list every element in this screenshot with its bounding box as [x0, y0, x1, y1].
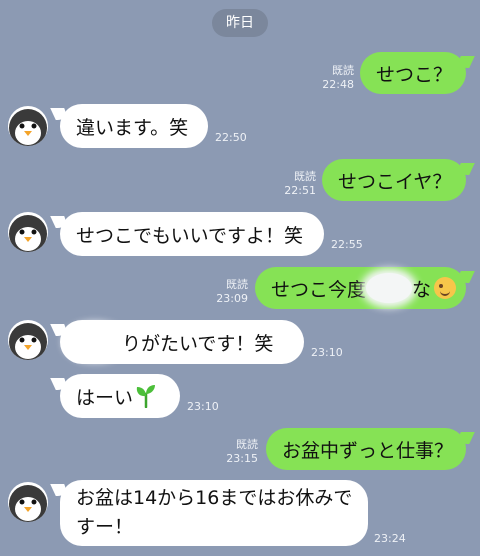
penguin-icon — [9, 323, 47, 360]
penguin-icon — [9, 485, 47, 522]
timestamp: 22:50 — [215, 131, 247, 144]
timestamp: 23:15 — [226, 452, 258, 465]
censor-blur — [366, 273, 412, 303]
penguin-avatar[interactable] — [8, 106, 48, 146]
penguin-avatar[interactable] — [8, 482, 48, 522]
penguin-avatar[interactable] — [8, 212, 48, 252]
penguin-icon — [9, 109, 47, 146]
message-meta: 既読 22:48 — [322, 64, 354, 92]
incoming-message[interactable]: お盆は14から16まではお休みで すー！ — [60, 480, 368, 546]
timestamp: 22:51 — [284, 184, 316, 197]
message-text-line1: お盆は14から16まではお休みで — [76, 487, 353, 509]
date-separator: 昨日 — [212, 9, 268, 37]
timestamp: 22:55 — [331, 238, 363, 251]
message-meta: 既読 22:51 — [284, 170, 316, 198]
outgoing-message[interactable]: せつこイヤ？ — [322, 159, 466, 201]
read-receipt: 既読 — [236, 438, 258, 451]
censor-blur — [68, 327, 122, 357]
incoming-message[interactable]: せつこでもいいですよ！笑 — [60, 212, 324, 256]
incoming-message[interactable]: はーい — [60, 374, 180, 418]
message-text-end: な — [412, 278, 432, 301]
timestamp: 23:24 — [374, 532, 406, 545]
outgoing-message[interactable]: お盆中ずっと仕事？ — [266, 428, 466, 470]
message-text: お盆中ずっと仕事？ — [282, 439, 454, 462]
read-receipt: 既読 — [226, 278, 248, 291]
message-text-start: せつこ今度 — [271, 278, 367, 301]
message-text: せつこ？ — [376, 63, 453, 86]
timestamp: 23:09 — [216, 292, 248, 305]
read-receipt: 既読 — [332, 64, 354, 77]
message-text-line2: すー！ — [76, 516, 134, 538]
message-text: りがたいです！笑 — [122, 332, 274, 355]
message-text: せつこイヤ？ — [338, 170, 452, 193]
winking-face-icon — [434, 277, 456, 299]
read-receipt: 既読 — [294, 170, 316, 183]
penguin-avatar[interactable] — [8, 320, 48, 360]
incoming-message[interactable]: 違います。笑 — [60, 104, 208, 148]
outgoing-message[interactable]: せつこ今度 な — [255, 267, 466, 309]
timestamp: 23:10 — [311, 346, 343, 359]
message-meta: 既読 23:09 — [216, 278, 248, 306]
message-meta: 既読 23:15 — [226, 438, 258, 466]
message-text: せつこでもいいですよ！笑 — [76, 224, 304, 247]
penguin-icon — [9, 215, 47, 252]
outgoing-message[interactable]: せつこ？ — [360, 52, 466, 94]
incoming-message[interactable]: りがたいです！笑 — [60, 320, 304, 364]
seedling-icon — [136, 385, 156, 408]
message-text: はーい — [76, 386, 134, 409]
message-text: 違います。笑 — [76, 116, 189, 139]
timestamp: 23:10 — [187, 400, 219, 413]
timestamp: 22:48 — [322, 78, 354, 91]
